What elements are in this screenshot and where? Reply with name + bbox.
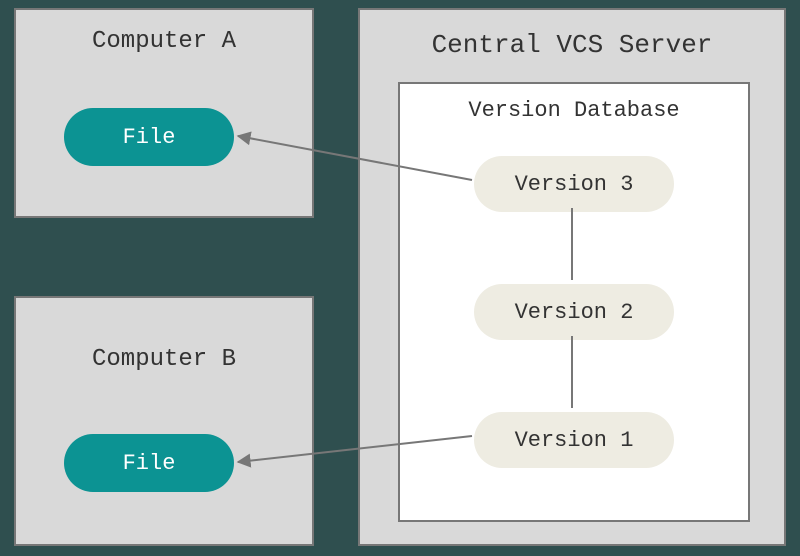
computer-b-panel: Computer B File [14,296,314,546]
version-2-pill: Version 2 [474,284,674,340]
version-3-label: Version 3 [515,172,634,197]
computer-a-title: Computer A [16,10,312,55]
computer-b-file-pill: File [64,434,234,492]
computer-b-file-label: File [123,451,176,476]
version-database-title: Version Database [400,84,748,123]
version-3-pill: Version 3 [474,156,674,212]
computer-a-panel: Computer A File [14,8,314,218]
computer-a-file-label: File [123,125,176,150]
diagram-stage: Computer A File Computer B File Central … [0,0,800,556]
server-title: Central VCS Server [360,10,784,60]
version-database-box: Version Database Version 3 Version 2 Ver… [398,82,750,522]
server-panel: Central VCS Server Version Database Vers… [358,8,786,546]
computer-a-file-pill: File [64,108,234,166]
version-2-label: Version 2 [515,300,634,325]
version-1-label: Version 1 [515,428,634,453]
computer-b-title: Computer B [16,298,312,373]
version-1-pill: Version 1 [474,412,674,468]
